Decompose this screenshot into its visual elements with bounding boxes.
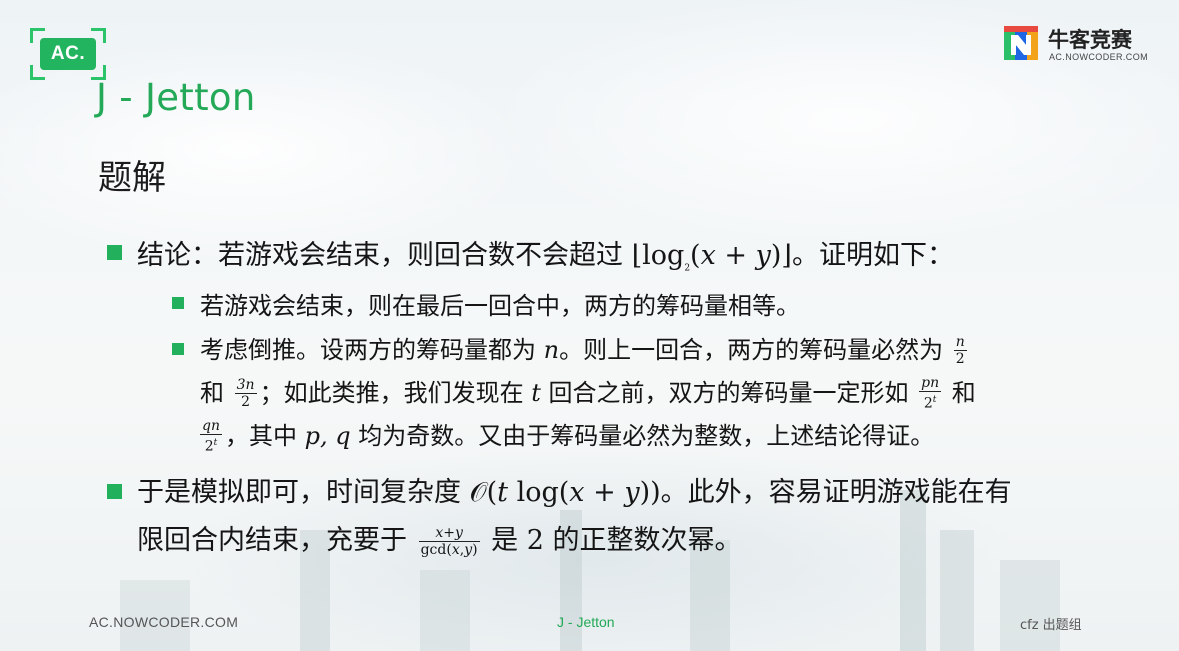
section-heading: 题解	[98, 158, 166, 198]
simulation-text-line2: 限回合内结束，充要于 x+y gcd(x,y) 是 2 的正整数次幂。	[137, 518, 742, 558]
nowcoder-logo-icon	[1004, 26, 1038, 60]
text-run: 考虑倒推。设两方的筹码量都为	[200, 336, 544, 364]
text-run: 和	[944, 379, 976, 407]
fraction-pn-over-2t: pn 2t	[919, 375, 942, 412]
conclusion-text: 结论：若游戏会结束，则回合数不会超过 ⌊log2(x + y)⌋。证明如下：	[137, 233, 954, 273]
brand-url: AC.NOWCODER.COM	[1049, 52, 1148, 62]
fraction-3n-over-2: 3n 2	[234, 377, 257, 410]
formula-floor-log: ⌊log2(x + y)⌋	[631, 240, 792, 274]
sub-bullet-marker	[172, 297, 184, 309]
formula-complexity: 𝒪(t log(x + y))	[469, 477, 661, 508]
nowcoder-brand: 牛客竞赛 AC.NOWCODER.COM	[1004, 24, 1164, 64]
fraction-qn-over-2t: qn 2t	[200, 418, 222, 455]
text-run: 限回合内结束，充要于	[137, 525, 416, 556]
brand-name: 牛客竞赛	[1048, 28, 1132, 52]
text-run: 。此外，容易证明游戏能在有	[660, 477, 1012, 508]
footer-site-url: AC.NOWCODER.COM	[89, 614, 239, 630]
text-run: 于是模拟即可，时间复杂度	[137, 477, 470, 508]
text-run: 和	[200, 379, 232, 407]
text-run: 的正整数次幂。	[543, 525, 742, 556]
bullet-marker	[107, 245, 122, 260]
ac-logo: AC.	[30, 28, 106, 80]
text-run: ；如此类推，我们发现在	[259, 379, 532, 407]
conclusion-lead: 结论：若游戏会结束，则回合数不会超过	[137, 240, 632, 271]
sub-point-reverse-line3: qn 2t ，其中 p, q 均为奇数。又由于筹码量必然为整数，上述结论得证。	[200, 416, 934, 455]
math-number-two: 2	[526, 525, 544, 556]
simulation-text-line1: 于是模拟即可，时间复杂度 𝒪(t log(x + y))。此外，容易证明游戏能在…	[137, 470, 1012, 509]
text-run: 是	[482, 525, 527, 556]
math-var-t: t	[531, 379, 541, 407]
slide-title: J - Jetton	[96, 76, 256, 119]
text-run: 均为奇数。又由于筹码量必然为整数，上述结论得证。	[350, 422, 935, 450]
text-run: 回合之前，双方的筹码量一定形如	[540, 379, 909, 407]
footer-slide-title: J - Jetton	[557, 614, 615, 630]
math-var-pq: p, q	[304, 422, 351, 450]
sub-point-reverse-line2: 和 3n 2 ；如此类推，我们发现在 t 回合之前，双方的筹码量一定形如 pn 2t …	[200, 373, 976, 412]
ac-logo-text: AC.	[40, 38, 96, 70]
text-run: ，其中	[224, 422, 305, 450]
sub-point-last-round: 若游戏会结束，则在最后一回合中，两方的筹码量相等。	[200, 292, 800, 320]
fraction-n-over-2: n2	[953, 334, 967, 367]
conclusion-tail: 。证明如下：	[791, 240, 954, 271]
sub-point-reverse-line1: 考虑倒推。设两方的筹码量都为 n。则上一回合，两方的筹码量必然为 n2	[200, 330, 970, 367]
fraction-sum-over-gcd: x+y gcd(x,y)	[418, 524, 480, 558]
footer-author: cfz 出题组	[1020, 618, 1082, 633]
bullet-marker	[107, 484, 122, 499]
math-var-n: n	[543, 336, 560, 364]
text-run: 。则上一回合，两方的筹码量必然为	[559, 336, 944, 364]
sub-bullet-marker	[172, 343, 184, 355]
